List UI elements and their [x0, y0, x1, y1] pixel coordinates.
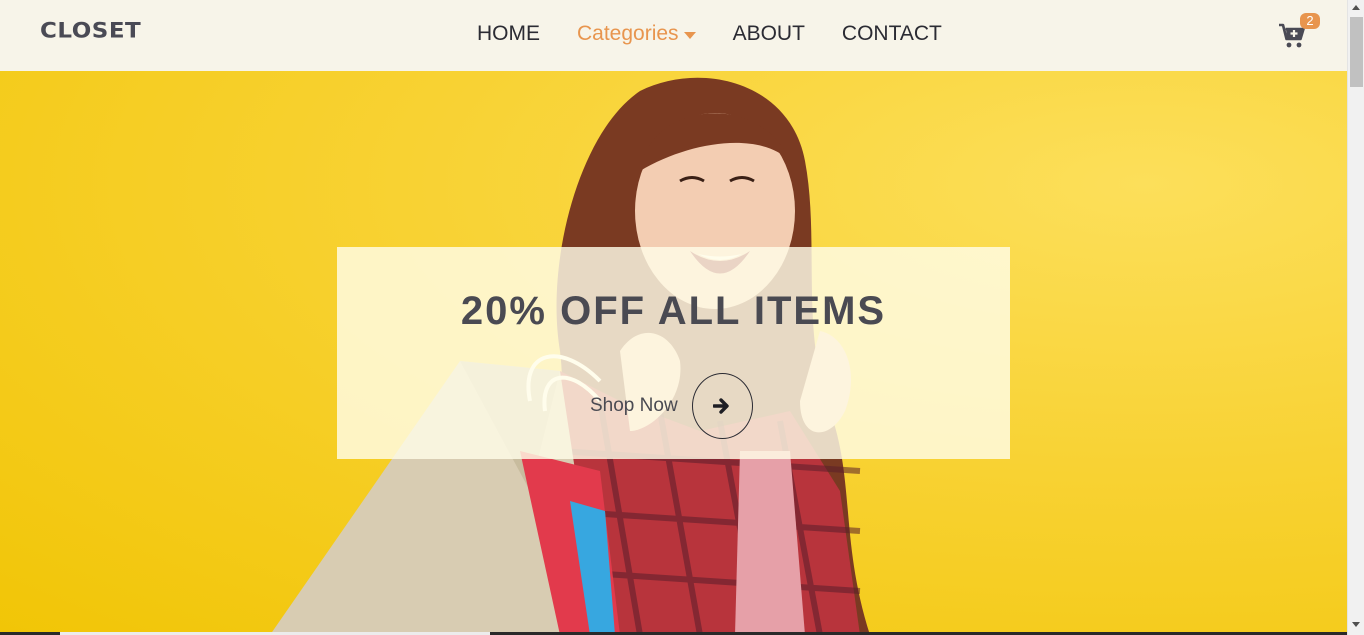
promo-box: 20% OFF ALL ITEMS Shop Now — [337, 247, 1010, 459]
vertical-scrollbar[interactable] — [1347, 0, 1364, 635]
nav-about[interactable]: ABOUT — [733, 20, 805, 48]
page: CLOSET HOME Categories ABOUT CONTACT 2 2… — [0, 0, 1364, 635]
shop-now-circle[interactable] — [691, 373, 753, 439]
cart-count-badge: 2 — [1300, 13, 1320, 29]
scroll-thumb[interactable] — [1350, 17, 1363, 87]
site-logo[interactable]: CLOSET — [40, 19, 141, 43]
main-nav: HOME Categories ABOUT CONTACT — [477, 20, 942, 48]
nav-home[interactable]: HOME — [477, 20, 540, 48]
shop-now-button[interactable]: Shop Now — [590, 373, 753, 439]
cart-button[interactable]: 2 — [1278, 13, 1320, 52]
arrow-right-icon — [713, 398, 729, 414]
nav-contact[interactable]: CONTACT — [842, 20, 942, 48]
scroll-down-icon[interactable] — [1352, 622, 1360, 627]
caret-down-icon — [683, 31, 696, 39]
shop-now-label: Shop Now — [590, 395, 678, 416]
nav-categories[interactable]: Categories — [577, 20, 696, 48]
site-header: CLOSET HOME Categories ABOUT CONTACT 2 — [0, 0, 1347, 71]
nav-categories-label: Categories — [577, 22, 679, 45]
promo-title: 20% OFF ALL ITEMS — [460, 289, 887, 333]
scroll-up-icon[interactable] — [1352, 5, 1360, 10]
hero-banner: 20% OFF ALL ITEMS Shop Now — [0, 71, 1347, 635]
